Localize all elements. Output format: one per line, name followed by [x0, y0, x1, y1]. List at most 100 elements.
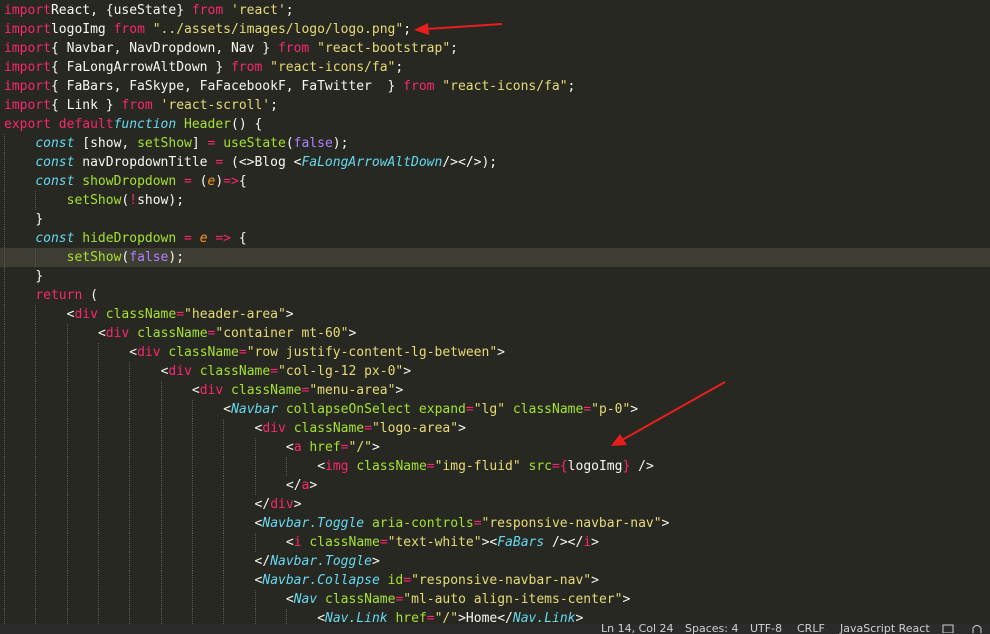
code-line[interactable]: <Navbar.Collapse id="responsive-navbar-n…	[0, 571, 990, 590]
code-line[interactable]: <img className="img-fluid" src={logoImg}…	[0, 457, 990, 476]
code-line[interactable]: return (	[0, 286, 990, 305]
code-line[interactable]: <i className="text-white"><FaBars /></i>	[0, 533, 990, 552]
code-token: function	[113, 117, 177, 132]
code-token: const	[35, 231, 75, 246]
indent-guide	[97, 419, 99, 438]
code-token: Navbar.Toggle	[270, 554, 372, 569]
code-text: </div>	[255, 495, 302, 514]
indent-guide	[4, 438, 5, 457]
code-line[interactable]: <div className="menu-area">	[0, 381, 990, 400]
indent-guide	[191, 552, 193, 571]
code-line[interactable]: setShow(false);	[0, 248, 990, 267]
code-line[interactable]: }	[0, 267, 990, 286]
code-token: =	[215, 155, 224, 170]
code-line[interactable]: importReact, {useState} from 'react';	[0, 1, 990, 20]
code-line[interactable]: const showDropdown = (e)=>{	[0, 172, 990, 191]
code-line[interactable]: </Navbar.Toggle>	[0, 552, 990, 571]
code-line[interactable]: </a>	[0, 476, 990, 495]
indent-guide	[4, 153, 5, 172]
code-token: React, {useState}	[50, 3, 192, 18]
code-token: import	[4, 22, 51, 37]
indent-guide	[4, 362, 5, 381]
code-line[interactable]: export defaultfunction Header() {	[0, 115, 990, 134]
code-line[interactable]: import{ Navbar, NavDropdown, Nav } from …	[0, 39, 990, 58]
code-token: Navbar	[231, 402, 279, 417]
code-token: ={	[552, 459, 568, 474]
code-line[interactable]: import{ Link } from 'react-scroll';	[0, 96, 990, 115]
code-token: =	[403, 573, 412, 588]
feedback-icon[interactable]	[942, 624, 954, 634]
code-token: =	[238, 345, 247, 360]
indent-guide	[97, 590, 99, 609]
indentation-setting[interactable]: Spaces: 4	[685, 624, 738, 634]
code-token: );	[332, 136, 349, 151]
code-token: >	[622, 592, 631, 607]
code-line[interactable]: </div>	[0, 495, 990, 514]
indent-guide	[97, 343, 99, 362]
code-token: "react-icons/fa"	[434, 79, 568, 94]
indent-guide	[160, 419, 162, 438]
code-token: logoImg	[567, 459, 623, 474]
code-line[interactable]: <div className="header-area">	[0, 305, 990, 324]
code-line[interactable]: const [show, setShow] = useState(false);	[0, 134, 990, 153]
code-token: logoImg	[50, 22, 114, 37]
code-line[interactable]: <Nav.Link href="/">Home</Nav.Link>	[0, 609, 990, 624]
code-line[interactable]: <div className="container mt-60">	[0, 324, 990, 343]
code-line[interactable]: <a href="/">	[0, 438, 990, 457]
code-line[interactable]: <div className="row justify-content-lg-b…	[0, 343, 990, 362]
indent-guide	[4, 172, 5, 191]
code-token: >	[395, 383, 404, 398]
indent-guide	[129, 438, 131, 457]
code-line[interactable]: <Nav className="ml-auto align-items-cent…	[0, 590, 990, 609]
indent-guide	[97, 533, 99, 552]
encoding[interactable]: UTF-8	[750, 624, 782, 634]
indent-guide	[129, 590, 131, 609]
indent-guide	[160, 476, 162, 495]
code-line[interactable]: importlogoImg from "../assets/images/log…	[0, 20, 990, 39]
code-editor[interactable]: importReact, {useState} from 'react'; imp…	[0, 0, 990, 624]
code-token: {	[238, 174, 247, 189]
code-line[interactable]: import{ FaBars, FaSkype, FaFacebookF, Fa…	[0, 77, 990, 96]
code-token: =	[583, 402, 592, 417]
code-line[interactable]: import{ FaLongArrowAltDown } from "react…	[0, 58, 990, 77]
code-token: const	[35, 155, 75, 170]
indent-guide	[4, 305, 5, 324]
bell-icon[interactable]	[971, 624, 983, 634]
code-line[interactable]: const hideDropdown = e => {	[0, 229, 990, 248]
indent-guide	[97, 400, 99, 419]
language-mode[interactable]: JavaScript React	[840, 624, 930, 634]
indent-guide	[191, 457, 193, 476]
code-token: from	[191, 3, 224, 18]
code-line[interactable]: }	[0, 210, 990, 229]
code-token: className	[105, 307, 177, 322]
code-line[interactable]: <div className="logo-area">	[0, 419, 990, 438]
indent-guide	[254, 590, 256, 609]
code-line[interactable]: <Navbar.Toggle aria-controls="responsive…	[0, 514, 990, 533]
indent-guide	[4, 381, 5, 400]
code-line[interactable]: <div className="col-lg-12 px-0">	[0, 362, 990, 381]
code-text: import{ FaLongArrowAltDown } from "react…	[4, 58, 403, 77]
cursor-position[interactable]: Ln 14, Col 24	[601, 624, 674, 634]
indent-guide	[4, 191, 5, 210]
code-token: i	[583, 535, 592, 550]
code-text: const navDropdownTitle = (<>Blog <FaLong…	[35, 153, 497, 172]
code-line[interactable]: const navDropdownTitle = (<>Blog <FaLong…	[0, 153, 990, 172]
indent-guide	[160, 514, 162, 533]
indent-guide	[160, 381, 162, 400]
line-ending[interactable]: CRLF	[797, 624, 825, 634]
code-line[interactable]: setShow(!show);	[0, 191, 990, 210]
code-line[interactable]: <Navbar collapseOnSelect expand="lg" cla…	[0, 400, 990, 419]
indent-guide	[129, 495, 131, 514]
code-token: =	[340, 440, 349, 455]
code-token: "p-0"	[591, 402, 631, 417]
indent-guide	[97, 438, 99, 457]
indent-guide	[35, 571, 37, 590]
code-text: setShow(!show);	[67, 191, 184, 210]
indent-guide	[129, 609, 131, 624]
code-token: }	[35, 212, 44, 227]
code-token: {	[231, 231, 247, 246]
indent-guide	[35, 438, 37, 457]
indent-guide	[97, 381, 99, 400]
